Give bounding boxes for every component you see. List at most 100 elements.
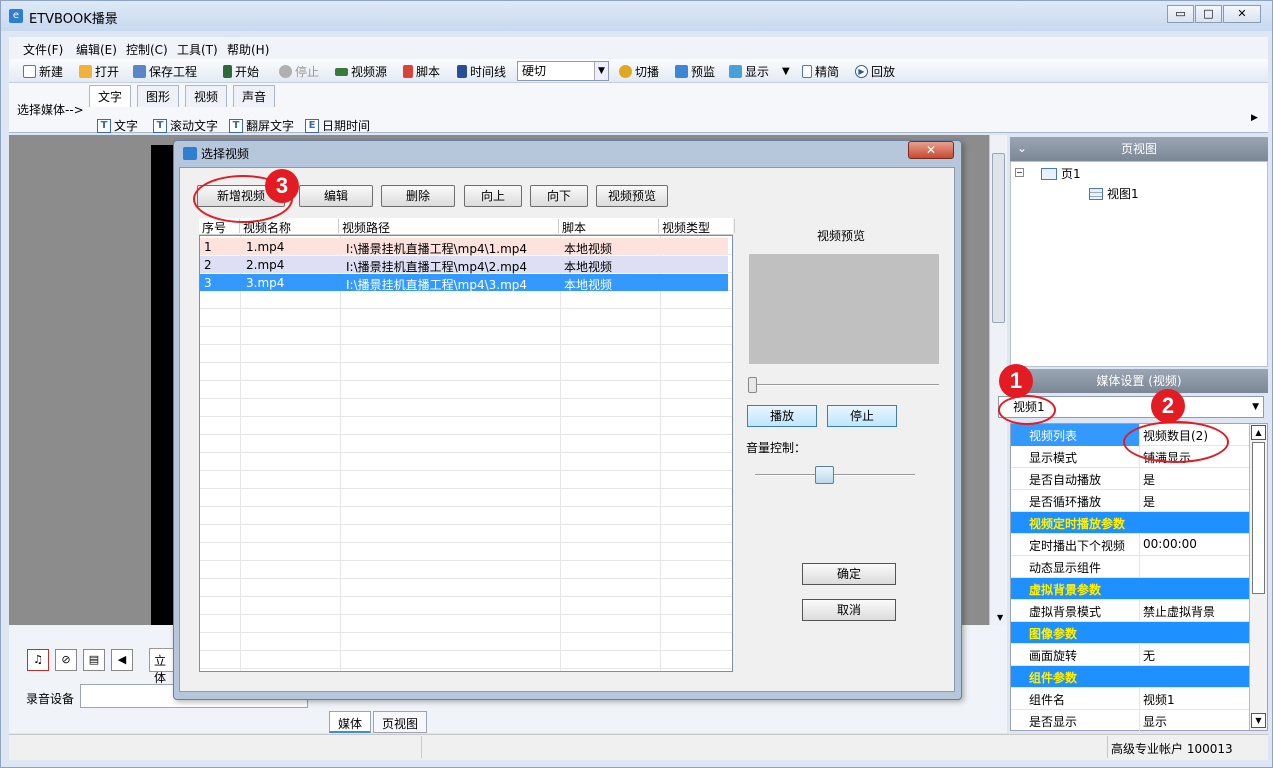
tab-shape[interactable]: 图形: [137, 85, 180, 107]
transition-select[interactable]: 硬切 ▼: [517, 61, 609, 81]
display-label: 显示: [745, 65, 770, 79]
simple-button[interactable]: 精简: [802, 63, 839, 80]
collapse-icon[interactable]: ⌄: [1017, 141, 1027, 155]
property-grid: 视频列表 视频数目(2) 显示模式 铺满显示 是否自动播放是是否循环播放是视频定时播放参…: [1010, 423, 1268, 732]
stop-button[interactable]: 停止: [279, 63, 319, 80]
property-key: 视频定时播放参数: [1029, 517, 1126, 531]
title-bar: [1, 1, 1272, 31]
volume-slider-handle[interactable]: [815, 466, 834, 484]
tab-media[interactable]: 媒体: [329, 711, 372, 733]
start-button[interactable]: 开始: [223, 63, 259, 80]
camera-icon: [335, 67, 348, 76]
tree-node-page[interactable]: 页1: [1041, 165, 1081, 182]
clipboard-icon[interactable]: ▤: [83, 649, 105, 671]
table-row[interactable]: 3 3.mp4 I:\播景挂机直播工程\mp4\3.mp4 本地视频: [200, 274, 728, 292]
property-category[interactable]: 虚拟背景参数: [1011, 578, 1249, 600]
property-value[interactable]: 是: [1143, 471, 1155, 488]
scroll-down-small-icon[interactable]: ▼: [997, 613, 1003, 622]
timeline-button[interactable]: 时间线: [457, 63, 506, 80]
list-icon: [802, 65, 812, 78]
scroll-down-icon[interactable]: ▼: [1251, 713, 1266, 728]
video-list[interactable]: 1 1.mp4 I:\播景挂机直播工程\mp4\1.mp4 本地视频 2 2.mp4 I:\…: [199, 235, 733, 672]
property-row[interactable]: 是否循环播放 是: [1011, 490, 1249, 512]
property-row[interactable]: 是否自动播放 是: [1011, 468, 1249, 490]
ribbon-scroll-right-icon[interactable]: ▶: [1251, 113, 1258, 123]
property-row[interactable]: 画面旋转 无: [1011, 644, 1249, 666]
table-row[interactable]: 2 2.mp4 I:\播景挂机直播工程\mp4\2.mp4 本地视频: [200, 256, 728, 274]
property-category[interactable]: 视频定时播放参数: [1011, 512, 1249, 534]
property-category[interactable]: 组件参数: [1011, 666, 1249, 688]
tab-audio[interactable]: 声音: [233, 85, 276, 107]
property-scrollbar[interactable]: ▲ ▼: [1249, 424, 1267, 730]
cut-button[interactable]: 切播: [619, 63, 659, 80]
seek-track[interactable]: [749, 384, 939, 386]
stop-preview-button[interactable]: 停止: [827, 405, 897, 427]
ribbon-item-page-text[interactable]: T 翻屏文字: [229, 117, 294, 134]
property-row[interactable]: 是否显示 显示: [1011, 710, 1249, 732]
property-value[interactable]: 00:00:00: [1143, 537, 1197, 551]
tree-node-view[interactable]: 视图1: [1089, 185, 1139, 202]
property-row[interactable]: 动态显示组件: [1011, 556, 1249, 578]
col-divider[interactable]: [338, 219, 339, 233]
property-value[interactable]: 是: [1143, 493, 1155, 510]
property-row[interactable]: 虚拟背景模式 禁止虚拟背景: [1011, 600, 1249, 622]
dialog-close-button[interactable]: ✕: [908, 141, 954, 159]
menu-tools[interactable]: 工具(T): [177, 41, 218, 58]
property-row[interactable]: 组件名 视频1: [1011, 688, 1249, 710]
edit-button[interactable]: 编辑: [299, 185, 373, 207]
delete-button[interactable]: 删除: [381, 185, 455, 207]
replay-button[interactable]: ▶ 回放: [855, 63, 895, 80]
move-up-button[interactable]: 向上: [464, 185, 522, 207]
menu-file[interactable]: 文件(F): [23, 41, 63, 58]
maximize-button[interactable]: □: [1195, 5, 1222, 23]
seek-slider-handle[interactable]: [748, 377, 757, 393]
tab-pageview[interactable]: 页视图: [373, 711, 428, 733]
property-value[interactable]: 视频1: [1143, 691, 1175, 708]
scroll-thumb[interactable]: [1252, 442, 1265, 594]
property-value[interactable]: 显示: [1143, 713, 1167, 730]
menu-help[interactable]: 帮助(H): [227, 41, 269, 58]
col-path[interactable]: 视频路径: [342, 219, 390, 236]
forbid-icon[interactable]: ⊘: [55, 649, 77, 671]
tab-text[interactable]: 文字: [89, 85, 132, 107]
property-value[interactable]: 禁止虚拟背景: [1143, 603, 1215, 620]
table-row[interactable]: 1 1.mp4 I:\播景挂机直播工程\mp4\1.mp4 本地视频: [200, 238, 728, 256]
grid-line: [240, 236, 241, 671]
cancel-button[interactable]: 取消: [802, 599, 896, 621]
music-icon[interactable]: ♫: [27, 649, 49, 671]
col-script[interactable]: 脚本: [562, 219, 586, 236]
col-divider[interactable]: [558, 219, 559, 233]
save-project-button[interactable]: 保存工程: [133, 63, 197, 80]
tree-expander-icon[interactable]: −: [1015, 168, 1024, 177]
scroll-thumb[interactable]: [992, 153, 1005, 323]
minimize-button[interactable]: ▭: [1167, 5, 1194, 23]
col-divider[interactable]: [658, 219, 659, 233]
speaker-icon[interactable]: ◀: [111, 649, 133, 671]
ok-button[interactable]: 确定: [802, 563, 896, 585]
move-down-button[interactable]: 向下: [530, 185, 588, 207]
play-button[interactable]: 播放: [747, 405, 817, 427]
col-divider[interactable]: [734, 219, 735, 233]
menu-edit[interactable]: 编辑(E): [76, 41, 117, 58]
ribbon-item-scroll-text[interactable]: T 滚动文字: [153, 117, 218, 134]
col-index[interactable]: 序号: [202, 219, 226, 236]
open-button[interactable]: 打开: [79, 63, 119, 80]
property-row[interactable]: 定时播出下个视频 00:00:00: [1011, 534, 1249, 556]
new-button[interactable]: 新建: [23, 63, 63, 80]
video-source-button[interactable]: 视频源: [335, 63, 387, 80]
close-button[interactable]: ✕: [1223, 5, 1261, 23]
video-preview-button[interactable]: 视频预览: [596, 185, 668, 207]
display-dropdown-icon[interactable]: ▼: [782, 66, 790, 77]
volume-track[interactable]: [755, 474, 915, 476]
script-button[interactable]: 脚本: [403, 63, 440, 80]
property-value[interactable]: 无: [1143, 647, 1155, 664]
ribbon-item-text[interactable]: T 文字: [97, 117, 138, 134]
property-category[interactable]: 图像参数: [1011, 622, 1249, 644]
col-type[interactable]: 视频类型: [662, 219, 710, 236]
scroll-up-icon[interactable]: ▲: [1251, 425, 1266, 440]
menu-control[interactable]: 控制(C): [126, 41, 168, 58]
tab-video[interactable]: 视频: [185, 85, 228, 107]
monitor-button[interactable]: 预监: [675, 63, 715, 80]
ribbon-item-datetime[interactable]: E 日期时间: [305, 117, 370, 134]
display-button[interactable]: 显示 ▼: [729, 63, 790, 80]
